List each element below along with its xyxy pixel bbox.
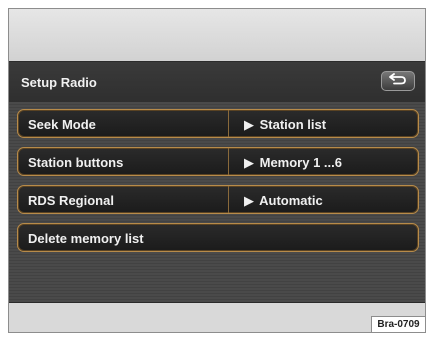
play-arrow-icon: ▶: [244, 117, 254, 132]
station-buttons-row[interactable]: Station buttons ▶ Memory 1 ...6: [17, 147, 419, 176]
row-divider: [228, 148, 229, 175]
rds-regional-label: RDS Regional: [28, 193, 114, 208]
figure-code: Bra-0709: [371, 316, 425, 332]
top-band: [9, 9, 425, 61]
screen-header: Setup Radio: [9, 62, 425, 102]
back-arrow-icon: [389, 72, 407, 90]
station-buttons-value[interactable]: ▶ Memory 1 ...6: [244, 155, 342, 171]
rds-regional-value[interactable]: ▶ Automatic: [244, 193, 323, 209]
row-divider: [228, 110, 229, 137]
seek-mode-label: Seek Mode: [28, 117, 96, 132]
page-title: Setup Radio: [21, 75, 97, 90]
radio-screen: Setup Radio Seek Mode ▶ Station list Sta…: [9, 61, 425, 303]
rds-regional-row[interactable]: RDS Regional ▶ Automatic: [17, 185, 419, 214]
delete-memory-list-label: Delete memory list: [28, 231, 144, 246]
play-arrow-icon: ▶: [244, 193, 254, 208]
station-buttons-value-text: Memory 1 ...6: [259, 155, 342, 170]
figure-frame: Setup Radio Seek Mode ▶ Station list Sta…: [8, 8, 426, 333]
delete-memory-list-button[interactable]: Delete memory list: [17, 223, 419, 252]
seek-mode-value-text: Station list: [259, 117, 327, 132]
seek-mode-value[interactable]: ▶ Station list: [244, 117, 326, 133]
play-arrow-icon: ▶: [244, 155, 254, 170]
seek-mode-row[interactable]: Seek Mode ▶ Station list: [17, 109, 419, 138]
back-button[interactable]: [381, 71, 415, 91]
row-divider: [228, 186, 229, 213]
rds-regional-value-text: Automatic: [259, 193, 323, 208]
station-buttons-label: Station buttons: [28, 155, 124, 170]
